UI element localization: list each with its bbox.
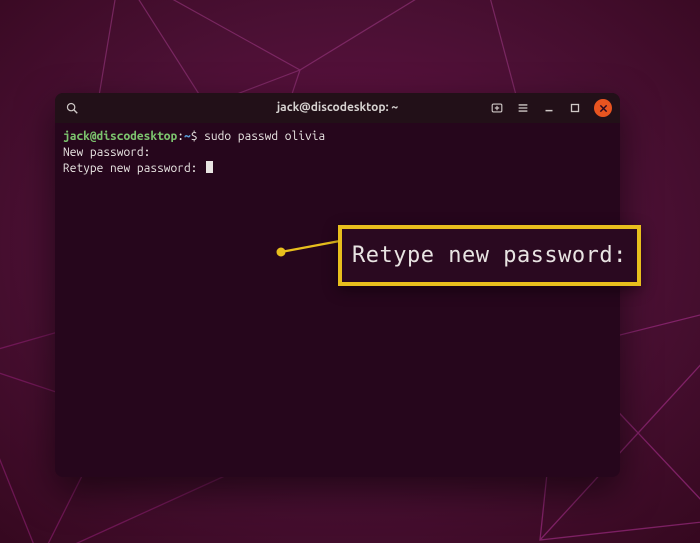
desktop-wallpaper: jack@discodesktop: ~ jac bbox=[0, 0, 700, 543]
retype-prompt-text: Retype new password: bbox=[63, 162, 204, 175]
new-tab-icon[interactable] bbox=[490, 101, 504, 115]
maximize-icon[interactable] bbox=[568, 101, 582, 115]
annotation-callout: Retype new password: bbox=[338, 225, 641, 286]
terminal-body[interactable]: jack@discodesktop:~$ sudo passwd olivia … bbox=[55, 123, 620, 477]
command-text: sudo passwd olivia bbox=[204, 130, 325, 143]
prompt-user-host: jack@discodesktop bbox=[63, 130, 177, 143]
terminal-line-3: Retype new password: bbox=[63, 161, 612, 177]
close-icon[interactable] bbox=[594, 99, 612, 117]
prompt-path: ~ bbox=[184, 130, 191, 143]
minimize-icon[interactable] bbox=[542, 101, 556, 115]
prompt-dollar: $ bbox=[191, 130, 204, 143]
window-titlebar[interactable]: jack@discodesktop: ~ bbox=[55, 93, 620, 123]
prompt-sep: : bbox=[177, 130, 184, 143]
terminal-cursor bbox=[206, 161, 213, 173]
terminal-line-1: jack@discodesktop:~$ sudo passwd olivia bbox=[63, 129, 612, 145]
terminal-line-2: New password: bbox=[63, 145, 612, 161]
hamburger-menu-icon[interactable] bbox=[516, 101, 530, 115]
